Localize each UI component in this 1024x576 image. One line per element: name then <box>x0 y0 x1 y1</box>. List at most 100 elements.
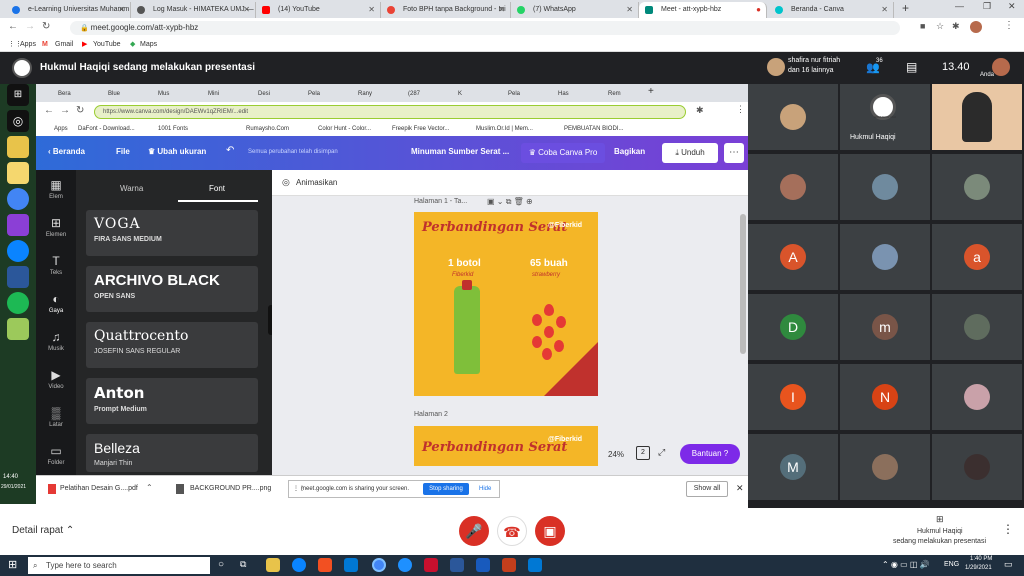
mail-icon[interactable] <box>344 558 358 572</box>
inner-browser-tab[interactable]: Mini <box>192 86 242 102</box>
browser-tab[interactable]: Foto BPH tanpa Background - Ini ✕ <box>381 2 511 18</box>
notification-icon[interactable]: ▭ <box>1004 559 1013 570</box>
participant-tile[interactable] <box>748 84 838 150</box>
tab-fonts[interactable]: Font <box>209 184 225 193</box>
close-tab-icon[interactable]: ✕ <box>498 2 505 18</box>
participant-tile[interactable] <box>932 154 1022 220</box>
page-count-button[interactable]: 2 <box>636 446 650 460</box>
camera-icon[interactable]: ■ <box>920 21 925 31</box>
canva-resize-button[interactable]: ♛ Ubah ukuran <box>148 147 206 156</box>
participant-tile[interactable]: M <box>748 434 838 500</box>
canva-side-item[interactable]: ▭ Folder <box>36 444 76 466</box>
canva-side-item[interactable]: ◐ Gaya <box>36 292 76 314</box>
participant-tile[interactable]: m <box>840 294 930 360</box>
hide-button[interactable]: Hide <box>479 481 491 497</box>
outlook-icon[interactable] <box>528 558 542 572</box>
minimize-window-icon[interactable]: — <box>955 1 964 11</box>
extensions-icon[interactable]: ✱ <box>952 21 960 32</box>
font-combo-card[interactable]: VOGA FIRA SANS MEDIUM <box>86 210 258 256</box>
canva-side-item[interactable]: ▒ Latar <box>36 406 76 428</box>
windows-start-icon[interactable]: ⊞ <box>8 558 17 571</box>
forward-icon[interactable]: → <box>60 105 70 116</box>
inner-browser-tab[interactable]: (287 <box>392 86 442 102</box>
show-all-button[interactable]: Show all <box>686 481 728 497</box>
presenter-tile[interactable]: Hukmul Haqiqi HIMATEKA UMJ <box>840 84 930 150</box>
chrome-icon[interactable] <box>7 188 29 210</box>
browser-tab[interactable]: e-Learning Universitas Muhamm ✕ <box>6 2 131 18</box>
inner-url-field[interactable]: https://www.canva.com/design/DAEWv1qZRIE… <box>94 105 686 119</box>
zoom-level[interactable]: 24% <box>608 450 624 459</box>
font-combo-card[interactable]: Belleza Manjari Thin <box>86 434 258 472</box>
bookmark-apps[interactable]: Apps <box>20 38 36 52</box>
edge-icon[interactable] <box>7 240 29 262</box>
browser-tab[interactable]: (14) YouTube ✕ <box>256 2 381 18</box>
inner-bookmark[interactable]: Freepik Free Vector... <box>392 122 449 136</box>
cortana-icon[interactable]: ◎ <box>7 110 29 132</box>
close-download-bar-icon[interactable]: ✕ <box>736 483 744 494</box>
edge-icon[interactable] <box>292 558 306 572</box>
windows-start-icon[interactable]: ⊞ <box>7 84 29 106</box>
undo-icon[interactable]: ↶ <box>226 145 234 156</box>
windows-search-box[interactable]: ⌕ Type here to search <box>28 557 210 574</box>
task-view-icon[interactable]: ⧉ <box>240 559 246 570</box>
canva-side-item[interactable]: T Teks <box>36 254 76 276</box>
forward-icon[interactable]: → <box>25 21 35 32</box>
canva-more-button[interactable]: ⋯ <box>724 143 744 163</box>
inner-bookmark[interactable]: 1001 Fonts <box>158 122 188 136</box>
canva-side-item[interactable]: ▶ Video <box>36 368 76 390</box>
language-indicator[interactable]: ENG <box>944 561 959 568</box>
word-icon[interactable] <box>7 266 29 288</box>
browser-menu-icon[interactable]: ⋮ <box>1004 20 1014 31</box>
inner-bookmark[interactable]: DaFont - Download... <box>78 122 135 136</box>
close-tab-icon[interactable]: ✕ <box>368 2 375 18</box>
workspace-scrollbar[interactable] <box>740 214 746 354</box>
participant-tile[interactable] <box>748 154 838 220</box>
download-item[interactable]: BACKGROUND PR....png <box>190 485 271 492</box>
tray-icons[interactable]: ⌃ ◉ ▭ ◫ 🔊 <box>882 560 930 569</box>
browser-tab[interactable]: (7) WhatsApp ✕ <box>511 2 639 18</box>
more-options-icon[interactable]: ⋮ <box>1002 522 1014 536</box>
close-tab-icon[interactable]: ✕ <box>881 2 888 18</box>
canva-file-menu[interactable]: File <box>116 147 130 156</box>
inner-bookmark[interactable]: Muslim.Or.Id | Mem... <box>476 122 533 136</box>
inner-browser-tab[interactable]: Mus <box>142 86 192 102</box>
app-icon[interactable] <box>424 558 438 572</box>
canva-side-item[interactable]: ♫ Musik <box>36 330 76 352</box>
inner-bookmark[interactable]: Apps <box>54 122 68 136</box>
url-field[interactable]: 🔒 meet.google.com/att-xypb-hbz <box>70 21 900 35</box>
stop-sharing-button[interactable]: Stop sharing <box>423 483 469 495</box>
app-icon[interactable] <box>476 558 490 572</box>
leave-call-button[interactable]: ☎ <box>497 516 527 546</box>
participant-tile[interactable] <box>932 364 1022 430</box>
app-icon[interactable] <box>7 214 29 236</box>
browser-tab-active[interactable]: Meet - att-xypb-hbz ● <box>639 2 767 18</box>
store-icon[interactable] <box>318 558 332 572</box>
back-icon[interactable]: ← <box>8 21 18 32</box>
canva-side-item[interactable]: ▦ Elem <box>36 178 76 200</box>
close-tab-icon[interactable]: ✕ <box>626 2 633 18</box>
inner-browser-tab[interactable]: K <box>442 86 492 102</box>
inner-browser-tab[interactable]: Blue <box>92 86 142 102</box>
tab-colors[interactable]: Warna <box>120 184 143 193</box>
mic-off-button[interactable]: 🎤 <box>459 516 489 546</box>
inner-bookmark[interactable]: Color Hunt - Color... <box>318 122 371 136</box>
font-combo-card[interactable]: ARCHIVO BLACK OPEN SANS <box>86 266 258 312</box>
maximize-window-icon[interactable]: ❐ <box>983 1 991 12</box>
chevron-up-icon[interactable]: ⌃ <box>146 483 153 492</box>
inner-browser-tab[interactable]: Rany <box>342 86 392 102</box>
chrome-icon[interactable] <box>372 558 386 572</box>
try-canva-pro-button[interactable]: ♛ Coba Canva Pro <box>521 143 605 163</box>
participant-tile[interactable] <box>932 434 1022 500</box>
new-tab-button[interactable]: + <box>648 86 654 97</box>
participant-tile[interactable]: I <box>748 364 838 430</box>
canva-doc-title[interactable]: Minuman Sumber Serat ... <box>411 147 509 156</box>
inner-bookmark[interactable]: Rumaysho.Com <box>246 122 289 136</box>
reload-icon[interactable]: ↻ <box>42 21 50 32</box>
inner-browser-tab[interactable]: Rem <box>592 86 642 102</box>
participant-tile[interactable] <box>840 434 930 500</box>
bookmark-gmail[interactable]: Gmail <box>55 38 73 52</box>
inner-browser-tab[interactable]: Pela <box>492 86 542 102</box>
profile-avatar[interactable] <box>970 21 982 33</box>
cortana-icon[interactable]: ○ <box>218 559 224 570</box>
present-now-icon[interactable]: ⊞ <box>936 514 944 525</box>
